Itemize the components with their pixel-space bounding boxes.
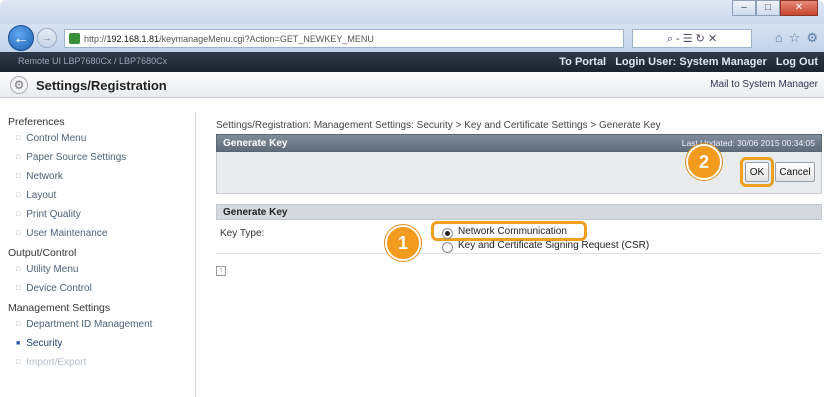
sidebar-item-control-menu[interactable]: Control Menu — [0, 129, 195, 148]
sidebar-item-utility-menu[interactable]: Utility Menu — [0, 260, 195, 279]
back-to-top-icon[interactable]: ↑ — [216, 266, 226, 276]
url-prefix: http:// — [84, 33, 107, 44]
browser-titlebar: – □ ✕ — [0, 0, 824, 24]
ok-button[interactable]: OK — [745, 162, 769, 182]
csr-label[interactable]: Key and Certificate Signing Request (CSR… — [458, 240, 649, 251]
cancel-button[interactable]: Cancel — [775, 162, 815, 182]
main-content: Settings/Registration: Management Settin… — [216, 112, 822, 276]
window-controls: – □ ✕ — [732, 0, 818, 16]
sidebar-group-management-settings: Management Settings — [8, 302, 111, 314]
sidebar-item-department-id-management[interactable]: Department ID Management — [0, 315, 195, 334]
sidebar-item-layout[interactable]: Layout — [0, 186, 195, 205]
action-bar: OK Cancel — [216, 152, 822, 194]
generate-key-section-header: Generate Key — [216, 204, 822, 220]
sidebar-item-user-maintenance[interactable]: User Maintenance — [0, 224, 195, 243]
back-icon[interactable]: ← — [8, 25, 34, 51]
star-icon[interactable]: ☆ — [789, 30, 801, 46]
generate-key-panel-header: Generate Key Last Updated: 30/06 2015 00… — [216, 134, 822, 152]
logout-link[interactable]: Log Out — [776, 56, 818, 68]
url-host: 192.168.1.81 — [106, 33, 160, 44]
url-path: /keymanageMenu.cgi?Action=GET_NEWKEY_MEN… — [159, 33, 374, 44]
forward-icon[interactable]: → — [37, 28, 57, 48]
csr-radio[interactable] — [442, 242, 453, 253]
callout-step-1: 1 — [385, 225, 421, 261]
key-type-label: Key Type: — [220, 228, 265, 239]
close-button[interactable]: ✕ — [780, 0, 818, 16]
minimize-button[interactable]: – — [732, 0, 756, 16]
sidebar-item-print-quality[interactable]: Print Quality — [0, 205, 195, 224]
brand-label: Remote UI LBP7680Cx / LBP7680Cx — [18, 56, 168, 66]
maximize-button[interactable]: □ — [756, 0, 780, 16]
sidebar-item-import-export[interactable]: Import/Export — [0, 353, 195, 372]
to-portal-link[interactable]: To Portal — [559, 56, 606, 68]
site-favicon-icon — [69, 33, 80, 44]
panel-title: Generate Key — [223, 137, 288, 149]
sidebar-item-device-control[interactable]: Device Control — [0, 279, 195, 298]
sidebar: Preferences Control Menu Paper Source Se… — [0, 112, 196, 397]
gear-icon[interactable]: ⚙ — [806, 30, 818, 46]
home-icon[interactable]: ⌂ — [775, 30, 783, 46]
sidebar-item-network[interactable]: Network — [0, 167, 195, 186]
address-tools-icons[interactable]: ⌕ - ☰ ↻ ✕ — [667, 32, 717, 46]
sidebar-item-paper-source-settings[interactable]: Paper Source Settings — [0, 148, 195, 167]
breadcrumb: Settings/Registration: Management Settin… — [216, 120, 661, 131]
app-topbar: Remote UI LBP7680Cx / LBP7680Cx To Porta… — [0, 52, 824, 72]
sidebar-item-security[interactable]: Security — [0, 334, 195, 353]
network-communication-radio[interactable] — [442, 228, 453, 239]
callout-step-2: 2 — [686, 144, 722, 180]
address-tools[interactable]: ⌕ - ☰ ↻ ✕ — [632, 29, 752, 48]
network-communication-label[interactable]: Network Communication — [458, 226, 567, 237]
sidebar-group-preferences: Preferences — [8, 116, 65, 128]
page-header: ⚙ Settings/Registration Mail to System M… — [0, 72, 824, 98]
browser-address-row: ← → http:// 192.168.1.81 /keymanageMenu.… — [0, 24, 824, 52]
login-user-label: Login User: System Manager — [615, 56, 767, 68]
settings-icon: ⚙ — [10, 76, 28, 94]
browser-toolbar-icons: ⌂ ☆ ⚙ — [775, 30, 818, 46]
address-bar[interactable]: http:// 192.168.1.81 /keymanageMenu.cgi?… — [64, 29, 624, 48]
mail-to-manager-link[interactable]: Mail to System Manager — [710, 79, 818, 90]
page-title: Settings/Registration — [36, 78, 167, 93]
key-type-row: Key Type: Network Communication Key and … — [216, 220, 822, 254]
sidebar-group-output-control: Output/Control — [8, 247, 77, 259]
topbar-links: To Portal Login User: System Manager Log… — [553, 56, 818, 68]
